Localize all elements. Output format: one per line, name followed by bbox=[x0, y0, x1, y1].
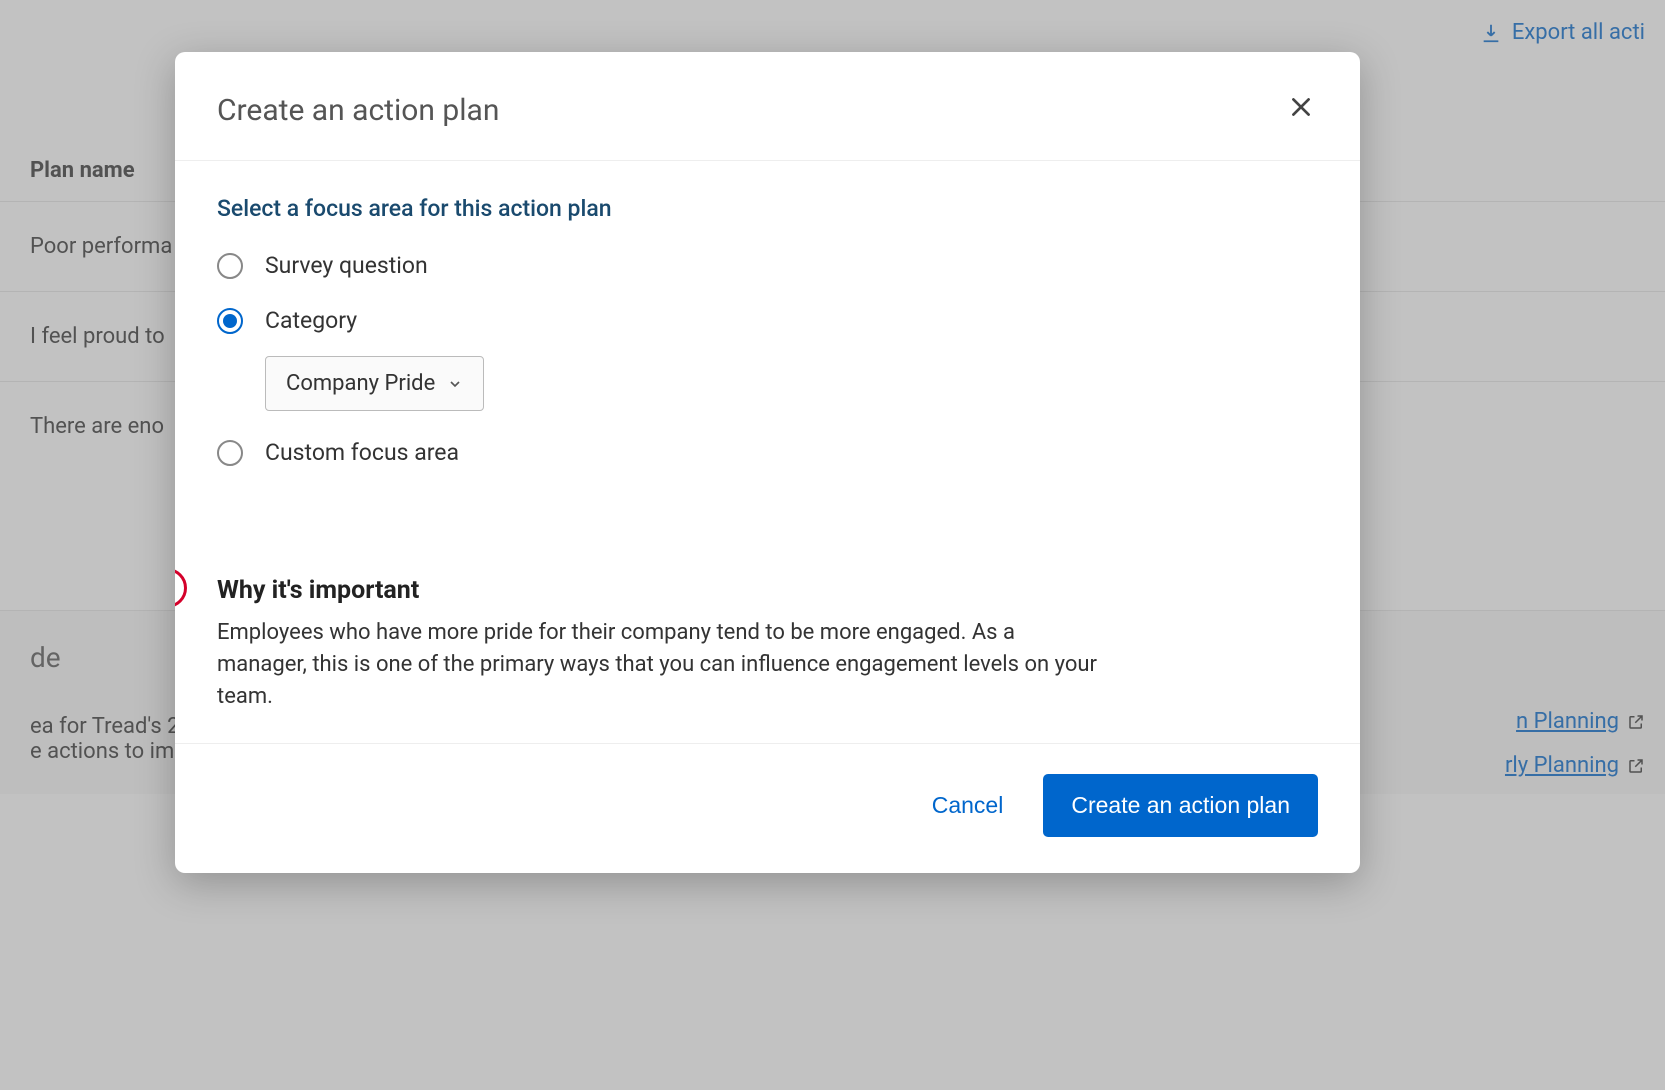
cancel-button[interactable]: Cancel bbox=[932, 792, 1004, 819]
radio-label-survey: Survey question bbox=[265, 252, 428, 279]
radio-survey-question[interactable]: Survey question bbox=[217, 252, 1318, 279]
modal-body: Select a focus area for this action plan… bbox=[175, 161, 1360, 743]
radio-icon bbox=[217, 440, 243, 466]
category-dropdown[interactable]: Company Pride bbox=[265, 356, 484, 411]
modal-footer: Cancel Create an action plan bbox=[175, 743, 1360, 873]
modal-header: Create an action plan bbox=[175, 52, 1360, 161]
category-selected-value: Company Pride bbox=[286, 371, 435, 396]
why-important-text: Employees who have more pride for their … bbox=[217, 617, 1097, 713]
radio-custom-focus[interactable]: Custom focus area bbox=[217, 439, 1318, 466]
create-action-plan-button[interactable]: Create an action plan bbox=[1043, 774, 1318, 837]
radio-icon bbox=[217, 253, 243, 279]
step-badge: 3 bbox=[175, 568, 187, 608]
focus-area-label: Select a focus area for this action plan bbox=[217, 195, 1318, 222]
radio-category[interactable]: Category bbox=[217, 307, 1318, 334]
radio-label-category: Category bbox=[265, 307, 357, 334]
modal-title: Create an action plan bbox=[217, 93, 499, 128]
create-action-plan-modal: Create an action plan Select a focus are… bbox=[175, 52, 1360, 873]
why-important-section: 3 Why it's important Employees who have … bbox=[217, 576, 1318, 713]
radio-icon bbox=[217, 308, 243, 334]
close-button[interactable] bbox=[1284, 90, 1318, 130]
close-icon bbox=[1288, 94, 1314, 120]
why-important-title: Why it's important bbox=[217, 576, 1318, 605]
chevron-down-icon bbox=[447, 376, 463, 392]
radio-label-custom: Custom focus area bbox=[265, 439, 459, 466]
